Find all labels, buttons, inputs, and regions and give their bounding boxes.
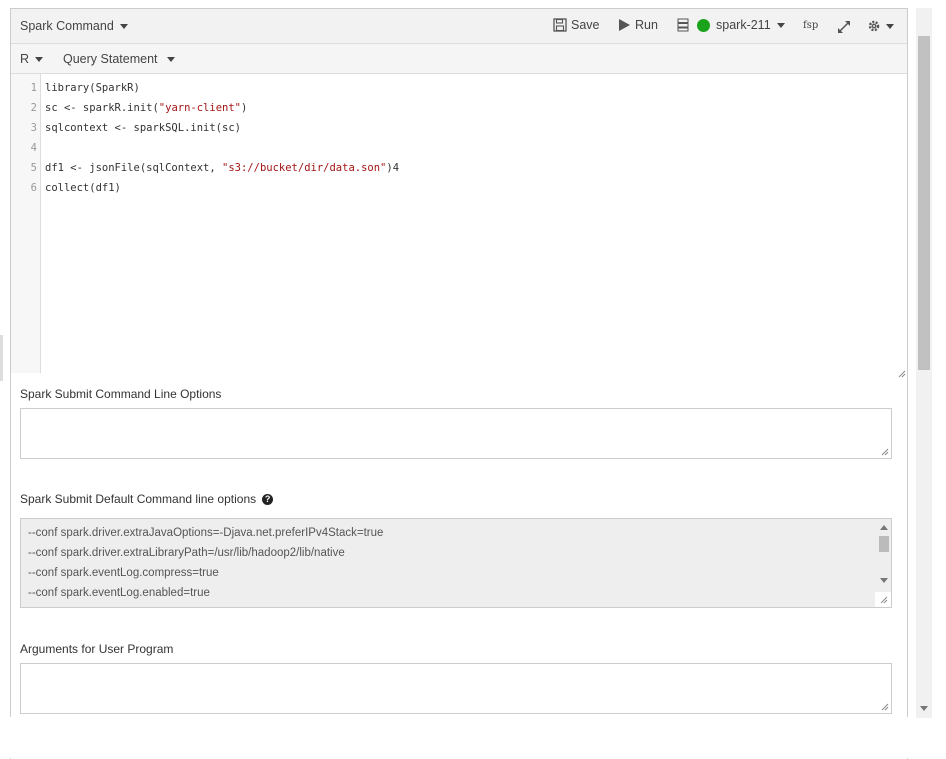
chevron-down-icon (886, 23, 894, 29)
line-number: 4 (30, 142, 37, 154)
expand-icon (838, 21, 850, 33)
status-dot-icon (697, 18, 710, 32)
save-label: Save (571, 18, 600, 32)
scroll-up-icon[interactable] (880, 525, 888, 530)
command-type-dropdown[interactable]: Spark Command (20, 19, 128, 33)
mode-dropdown[interactable]: Query Statement (63, 52, 175, 66)
play-icon (619, 19, 630, 31)
page-scrollbar-thumb[interactable] (918, 36, 930, 370)
code-text: sqlcontext <- sparkSQL.init(sc) (45, 122, 241, 134)
code-text: ) (240, 102, 248, 114)
cluster-label: spark-211 (716, 18, 771, 32)
chevron-down-icon (119, 23, 128, 29)
line-number: 3 (30, 122, 37, 134)
save-button[interactable]: Save (553, 18, 600, 32)
default-option-line: --conf spark.driver.extraLibraryPath=/us… (28, 547, 345, 559)
fsp-label: fsp (803, 20, 819, 31)
scroll-down-icon[interactable] (920, 706, 928, 711)
editor-subbar: R Query Statement (11, 44, 907, 74)
submit-options-label: Spark Submit Command Line Options (20, 387, 222, 401)
code-line[interactable]: sc <- sparkR.init("yarn-client") (45, 102, 247, 114)
command-toolbar: Spark Command Save Run spark-211 fsp (11, 9, 907, 44)
code-text: sc <- sparkR.init( (45, 102, 159, 114)
code-line[interactable]: sqlcontext <- sparkSQL.init(sc) (45, 122, 241, 134)
code-text: df1 <- jsonFile(sqlContext, (45, 162, 223, 174)
chevron-down-icon (776, 22, 785, 28)
scrollbar-thumb[interactable] (879, 536, 889, 552)
line-number-gutter: 1 2 3 4 5 6 (11, 74, 41, 373)
code-line[interactable]: df1 <- jsonFile(sqlContext, "s3://bucket… (45, 162, 399, 174)
line-number: 5 (30, 162, 37, 174)
language-label: R (20, 52, 30, 66)
arguments-input[interactable] (20, 663, 892, 714)
chevron-down-icon (166, 56, 175, 62)
resize-handle-icon[interactable] (881, 703, 889, 711)
run-button[interactable]: Run (618, 18, 658, 32)
scroll-down-icon[interactable] (880, 578, 888, 583)
page-scrollbar[interactable] (916, 8, 932, 718)
line-number: 2 (30, 102, 37, 114)
expand-button[interactable] (837, 20, 851, 34)
mode-label: Query Statement (63, 52, 158, 66)
resize-handle-icon[interactable] (880, 596, 888, 604)
textarea-scrollbar[interactable] (877, 519, 891, 591)
default-options-textarea[interactable]: --conf spark.driver.extraJavaOptions=-Dj… (20, 518, 892, 608)
code-line[interactable]: library(SparkR) (45, 82, 140, 94)
cluster-selector[interactable]: spark-211 (677, 18, 785, 32)
arguments-label: Arguments for User Program (20, 642, 174, 656)
code-string: "yarn-client" (158, 102, 241, 114)
run-label: Run (635, 18, 658, 32)
line-number: 1 (30, 82, 37, 94)
code-string: "s3://bucket/dir/data.son" (222, 162, 387, 174)
fsp-button[interactable]: fsp (803, 20, 818, 31)
spark-command-panel: Spark Command Save Run spark-211 fsp R Q… (10, 8, 908, 759)
language-dropdown[interactable]: R (20, 52, 44, 66)
default-option-line: --conf spark.eventLog.enabled=true (28, 587, 210, 599)
chevron-down-icon (35, 56, 44, 62)
settings-dropdown[interactable] (868, 20, 894, 32)
code-text: collect(df1) (45, 182, 121, 194)
left-splitter-handle[interactable] (0, 335, 3, 381)
default-option-line: --conf spark.eventLog.compress=true (28, 567, 219, 579)
command-type-label: Spark Command (20, 19, 114, 33)
line-number: 6 (30, 182, 37, 194)
default-options-heading: Spark Submit Default Command line option… (20, 492, 274, 506)
help-icon[interactable]: ? (262, 493, 274, 505)
resize-handle-icon[interactable] (898, 370, 906, 378)
server-icon (677, 18, 689, 32)
page-bottom-area (0, 717, 946, 758)
submit-options-input[interactable] (20, 408, 892, 459)
code-line[interactable]: collect(df1) (45, 182, 121, 194)
default-option-line: --conf spark.driver.extraJavaOptions=-Dj… (28, 527, 384, 539)
default-options-label: Spark Submit Default Command line option… (20, 492, 257, 506)
code-text: library(SparkR) (45, 82, 140, 94)
gear-icon (868, 20, 880, 32)
save-icon (553, 18, 567, 32)
code-text: )4 (386, 162, 400, 174)
resize-handle-icon[interactable] (881, 448, 889, 456)
code-editor[interactable]: 1 2 3 4 5 6 library(SparkR) sc <- sparkR… (11, 74, 907, 378)
